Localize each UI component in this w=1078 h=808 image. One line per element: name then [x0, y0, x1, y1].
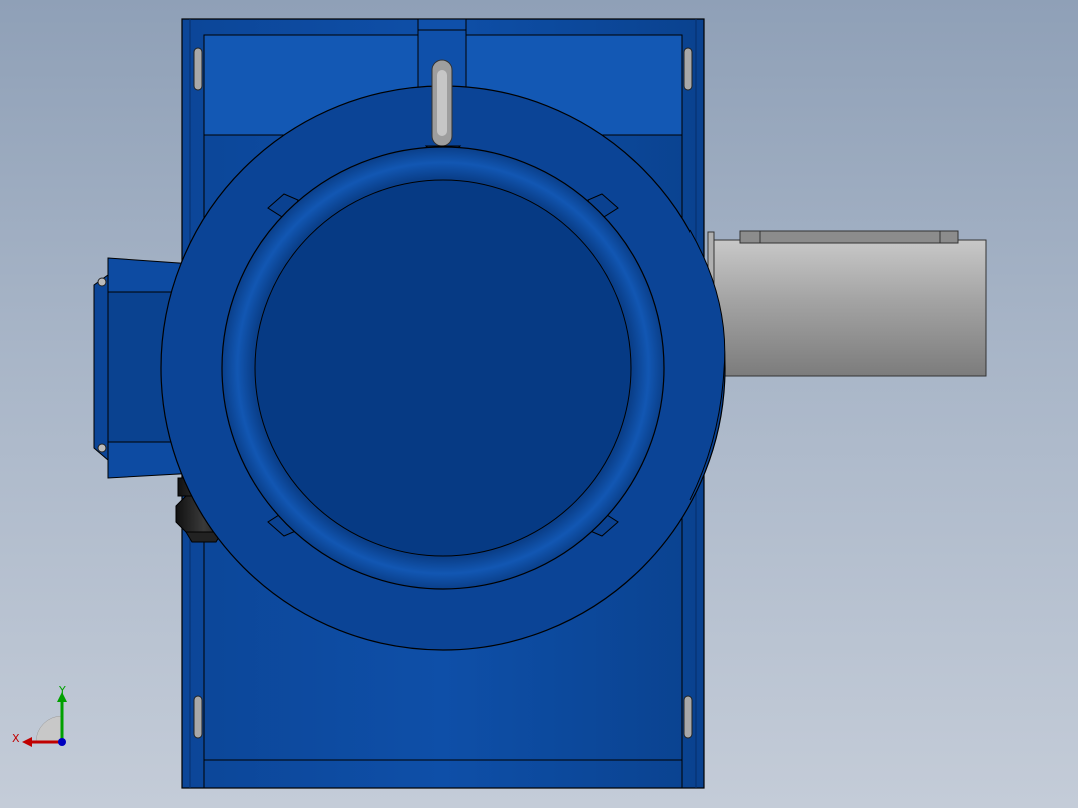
z-axis-dot	[58, 738, 66, 746]
triad-plane-icon	[35, 715, 63, 743]
y-axis-label: Y	[58, 684, 66, 697]
shaft-key	[739, 230, 959, 244]
orientation-triad: Y X	[12, 684, 67, 747]
output-shaft[interactable]	[707, 230, 987, 379]
gearbox-model[interactable]	[0, 0, 1078, 808]
bolt-slot	[193, 47, 203, 91]
graphics-viewport[interactable]: Y X	[0, 0, 1078, 808]
x-axis-label: X	[12, 732, 20, 745]
bolt-slot	[193, 695, 203, 739]
bolt-slot	[683, 47, 693, 91]
motor-end-cover[interactable]	[221, 146, 665, 590]
bolt-slot	[683, 695, 693, 739]
